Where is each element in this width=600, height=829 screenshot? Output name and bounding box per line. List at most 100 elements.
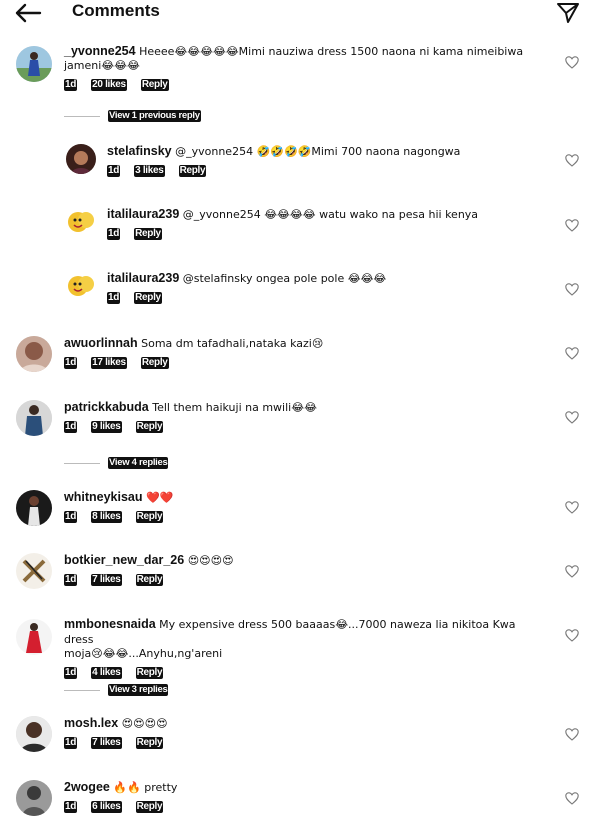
comment-likes[interactable]: 4 likes	[91, 667, 122, 679]
avatar[interactable]	[16, 553, 52, 589]
comment-likes[interactable]: 7 likes	[91, 574, 122, 586]
reply-button[interactable]: Reply	[135, 574, 164, 586]
divider-line	[64, 115, 100, 117]
view-replies-label: View 4 replies	[108, 457, 169, 469]
comment-time: 1d	[64, 421, 78, 433]
reply-button[interactable]: Reply	[140, 357, 169, 369]
comment-item: botkier_new_dar_26 😍😍😍😍 1d 7 likes Reply	[0, 553, 600, 597]
avatar[interactable]	[16, 716, 52, 752]
comment-item: mosh.lex 😍😍😍😍 1d 7 likes Reply	[0, 716, 600, 760]
like-heart-icon[interactable]	[565, 728, 579, 741]
avatar[interactable]	[16, 780, 52, 816]
like-heart-icon[interactable]	[565, 411, 579, 424]
like-heart-icon[interactable]	[565, 501, 579, 514]
comment-time: 1d	[64, 667, 78, 679]
comment-item: mmbonesnaida My expensive dress 500 baaa…	[0, 617, 600, 679]
comment-text: 🔥🔥 pretty	[113, 781, 178, 794]
view-replies-label: View 1 previous reply	[108, 110, 201, 122]
comment-text-continued: moja😢😂😂...Anyhu,ng'areni	[64, 647, 223, 660]
comment-time: 1d	[107, 292, 121, 304]
comment-time: 1d	[107, 228, 121, 240]
comment-text: 😍😍😍😍	[187, 554, 234, 567]
comment-text: Tell them haikuji na mwili😂😂	[152, 401, 317, 414]
comment-text: Heeee😂😂😂😂😂Mimi nauziwa dress 1500 naona …	[139, 45, 524, 58]
comment-username[interactable]: patrickkabuda	[64, 400, 149, 414]
reply-button[interactable]: Reply	[178, 165, 207, 177]
comment-likes[interactable]: 7 likes	[91, 737, 122, 749]
reply-button[interactable]: Reply	[135, 801, 164, 813]
reply-button[interactable]: Reply	[134, 292, 162, 304]
avatar[interactable]	[66, 207, 96, 237]
comment-text-continued: jameni😂😂😂	[64, 59, 140, 72]
avatar[interactable]	[16, 619, 52, 655]
comment-username[interactable]: italilaura239	[107, 207, 179, 221]
comment-username[interactable]: mosh.lex	[64, 716, 118, 730]
like-heart-icon[interactable]	[565, 56, 579, 69]
comment-time: 1d	[64, 79, 78, 91]
reply-button[interactable]: Reply	[135, 737, 164, 749]
comment-username[interactable]: stelafinsky	[107, 144, 172, 158]
comment-likes[interactable]: 20 likes	[91, 79, 127, 91]
avatar[interactable]	[16, 46, 52, 82]
comment-text: ❤️❤️	[145, 491, 174, 504]
comment-username[interactable]: botkier_new_dar_26	[64, 553, 184, 567]
like-heart-icon[interactable]	[565, 565, 579, 578]
avatar[interactable]	[16, 336, 52, 372]
comment-time: 1d	[64, 511, 78, 523]
avatar[interactable]	[66, 271, 96, 301]
reply-button[interactable]: Reply	[135, 511, 164, 523]
divider-line	[64, 689, 100, 691]
reply-button[interactable]: Reply	[134, 228, 162, 240]
comment-username[interactable]: italilaura239	[107, 271, 179, 285]
view-previous-reply-button[interactable]: View 1 previous reply	[64, 110, 201, 122]
comment-time: 1d	[64, 574, 78, 586]
comment-time: 1d	[64, 737, 78, 749]
comment-text: Soma dm tafadhali,nataka kazi😢	[141, 337, 324, 350]
comment-username[interactable]: awuorlinnah	[64, 336, 138, 350]
comment-text: 😍😍😍😍	[121, 717, 168, 730]
comment-time: 1d	[64, 801, 78, 813]
comment-text: @_yvonne254 🤣🤣🤣🤣Mimi 700 naona nagongwa	[175, 145, 461, 158]
like-heart-icon[interactable]	[565, 347, 579, 360]
like-heart-icon[interactable]	[565, 219, 579, 232]
header: Comments	[0, 0, 600, 26]
like-heart-icon[interactable]	[565, 154, 579, 167]
reply-item: italilaura239 @_yvonne254 😂😂😂😂 watu wako…	[0, 207, 600, 251]
reply-button[interactable]: Reply	[140, 79, 169, 91]
comment-text: @_yvonne254 😂😂😂😂 watu wako na pesa hii k…	[182, 208, 479, 221]
comment-username[interactable]: mmbonesnaida	[64, 617, 156, 631]
reply-button[interactable]: Reply	[135, 421, 164, 433]
comment-likes[interactable]: 17 likes	[91, 357, 127, 369]
avatar[interactable]	[16, 490, 52, 526]
divider-line	[64, 462, 100, 464]
comment-text: @stelafinsky ongea pole pole 😂😂😂	[182, 272, 387, 285]
comment-username[interactable]: 2wogee	[64, 780, 110, 794]
comment-likes[interactable]: 8 likes	[91, 511, 122, 523]
like-heart-icon[interactable]	[565, 792, 579, 805]
comment-likes[interactable]: 6 likes	[91, 801, 122, 813]
view-replies-label: View 3 replies	[108, 684, 169, 696]
comment-item: whitneykisau ❤️❤️ 1d 8 likes Reply	[0, 490, 600, 534]
reply-button[interactable]: Reply	[135, 667, 164, 679]
comment-likes[interactable]: 3 likes	[134, 165, 165, 177]
comment-item: patrickkabuda Tell them haikuji na mwili…	[0, 400, 600, 444]
comment-likes[interactable]: 9 likes	[91, 421, 122, 433]
comment-time: 1d	[64, 357, 78, 369]
like-heart-icon[interactable]	[565, 283, 579, 296]
view-replies-button[interactable]: View 3 replies	[64, 684, 169, 696]
reply-item: italilaura239 @stelafinsky ongea pole po…	[0, 271, 600, 315]
reply-item: stelafinsky @_yvonne254 🤣🤣🤣🤣Mimi 700 nao…	[0, 144, 600, 188]
comment-time: 1d	[107, 165, 121, 177]
page-title: Comments	[72, 1, 160, 20]
comment-item: awuorlinnah Soma dm tafadhali,nataka kaz…	[0, 336, 600, 380]
comment-username[interactable]: whitneykisau	[64, 490, 143, 504]
comment-item: _yvonne254 Heeee😂😂😂😂😂Mimi nauziwa dress …	[0, 44, 600, 104]
view-replies-button[interactable]: View 4 replies	[64, 457, 169, 469]
avatar[interactable]	[16, 400, 52, 436]
like-heart-icon[interactable]	[565, 629, 579, 642]
back-arrow-icon[interactable]	[14, 2, 42, 24]
comment-username[interactable]: _yvonne254	[64, 44, 136, 58]
avatar[interactable]	[66, 144, 96, 174]
comment-item: 2wogee 🔥🔥 pretty 1d 6 likes Reply	[0, 780, 600, 824]
direct-message-icon[interactable]	[556, 1, 580, 25]
